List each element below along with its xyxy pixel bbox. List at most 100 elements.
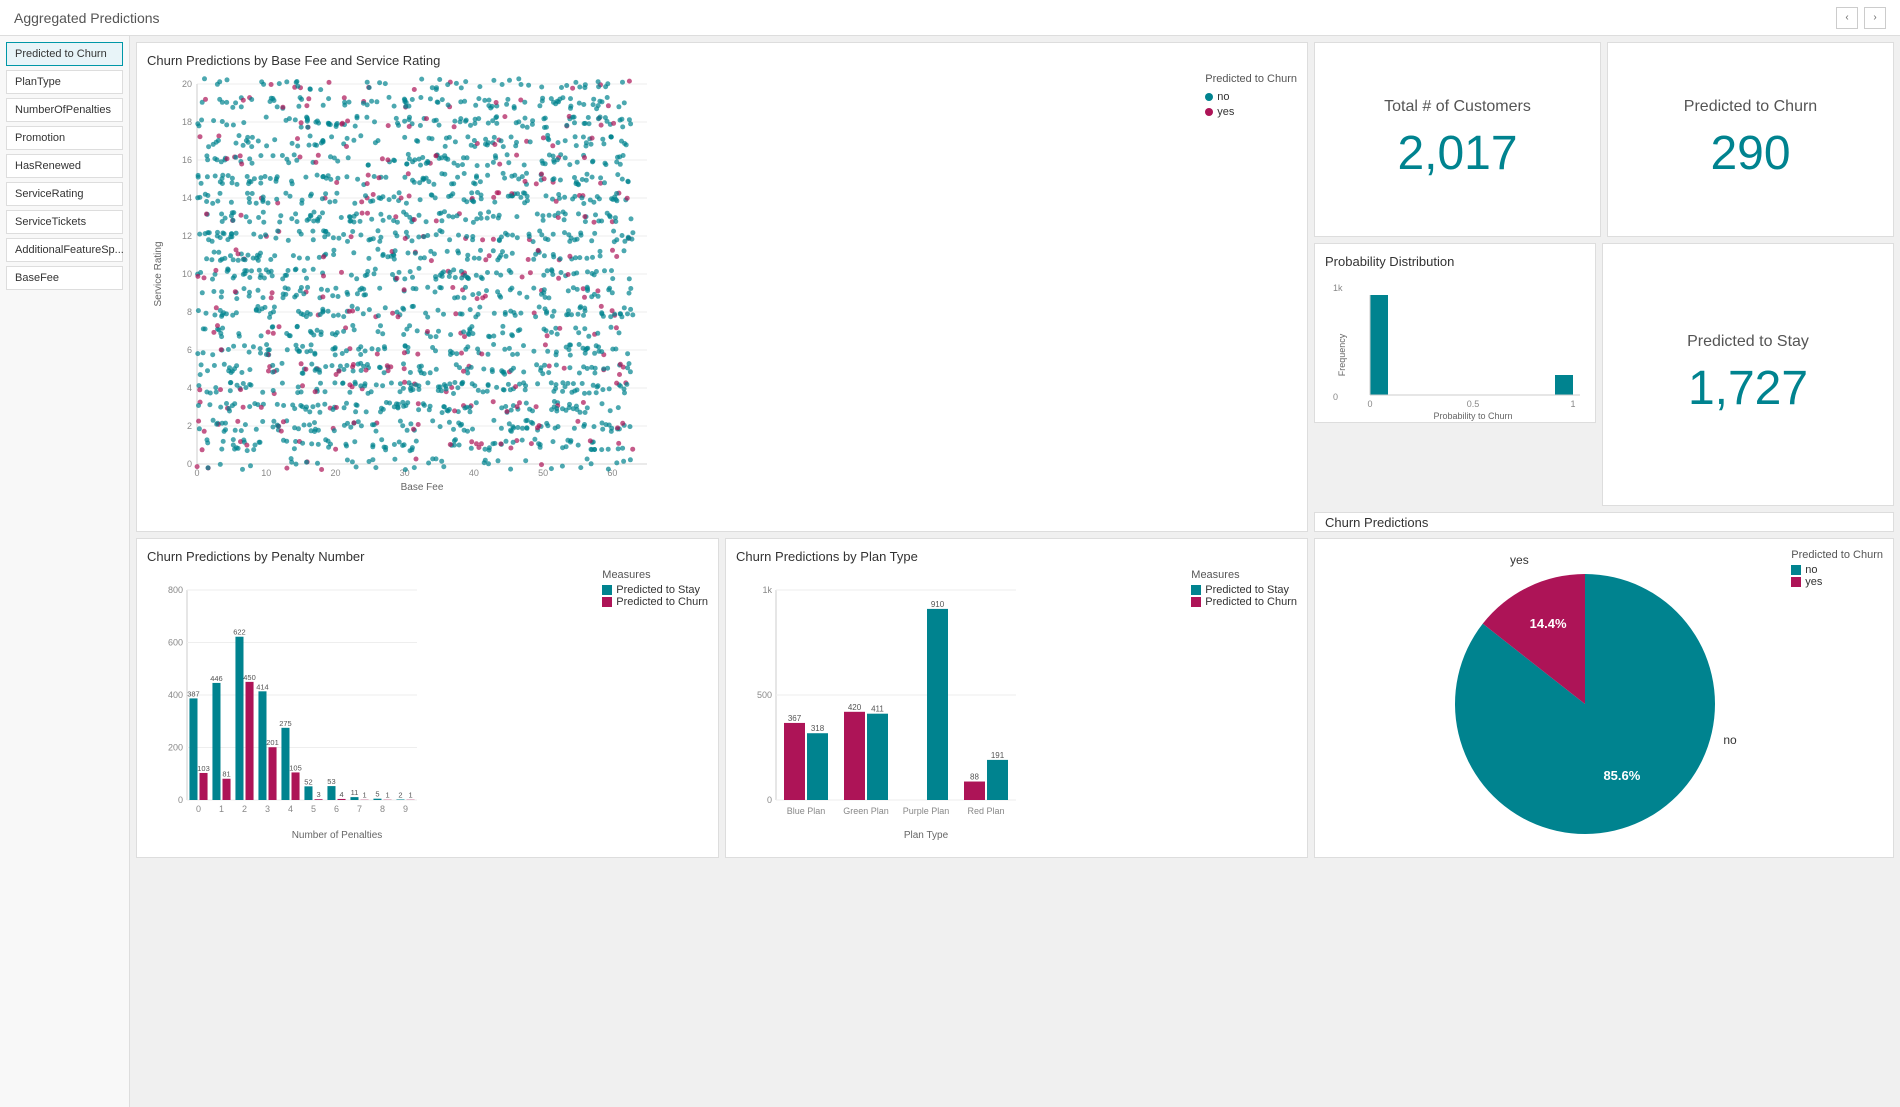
sidebar-item-servicerating[interactable]: ServiceRating [6,182,123,206]
svg-text:0: 0 [1367,399,1372,409]
svg-text:20: 20 [330,468,340,478]
svg-text:103: 103 [197,764,210,773]
svg-text:40: 40 [469,468,479,478]
svg-text:4: 4 [288,804,293,814]
svg-text:14.4%: 14.4% [1530,616,1567,631]
page-title: Aggregated Predictions [14,10,160,26]
pie-legend-no-sq [1791,565,1801,575]
predicted-stay-label: Predicted to Stay [1687,333,1809,351]
pie-legend-yes: yes [1791,576,1883,588]
scatter-legend-no-dot [1205,93,1213,101]
svg-text:14: 14 [182,193,192,203]
pie-legend-yes-sq [1791,577,1801,587]
sidebar-item-plantype[interactable]: PlanType [6,70,123,94]
navigation: ‹ › [1836,7,1886,29]
sidebar-item-basefee[interactable]: BaseFee [6,266,123,290]
svg-text:0: 0 [187,459,192,469]
predicted-churn-card: Predicted to Churn 290 [1607,42,1894,237]
sidebar-item-additionalfeature[interactable]: AdditionalFeatureSp... [6,238,123,262]
scatter-legend-yes: yes [1205,106,1297,118]
svg-text:4: 4 [187,383,192,393]
scatter-legend: Predicted to Churn no yes [1205,73,1297,118]
svg-text:88: 88 [970,773,979,782]
svg-text:81: 81 [222,770,230,779]
penalty-legend-churn-label: Predicted to Churn [616,596,708,608]
svg-text:2: 2 [187,421,192,431]
svg-text:85.6%: 85.6% [1603,768,1640,783]
sidebar-item-promotion[interactable]: Promotion [6,126,123,150]
svg-text:6: 6 [187,345,192,355]
svg-text:Base Fee: Base Fee [401,482,444,493]
pie-legend-yes-label: yes [1805,576,1822,588]
penalty-legend-stay-sq [602,585,612,595]
scatter-chart-title: Churn Predictions by Base Fee and Servic… [147,53,1297,68]
pie-chart-svg: 85.6%14.4%noyes [1325,549,1865,844]
svg-text:5: 5 [375,790,379,799]
plantype-legend-churn-sq [1191,597,1201,607]
svg-text:910: 910 [931,600,945,609]
svg-text:1: 1 [219,804,224,814]
predicted-stay-value: 1,727 [1688,361,1808,416]
sidebar-item-hasrenewed[interactable]: HasRenewed [6,154,123,178]
svg-text:11: 11 [351,788,359,797]
svg-text:1: 1 [362,791,366,800]
svg-text:411: 411 [871,705,884,714]
sidebar-item-servicetickets[interactable]: ServiceTickets [6,210,123,234]
sidebar-item-numberofpenalties[interactable]: NumberOfPenalties [6,98,123,122]
plantype-legend-title: Measures [1191,569,1297,581]
svg-text:105: 105 [289,763,302,772]
svg-text:10: 10 [261,468,271,478]
scatter-legend-yes-dot [1205,108,1213,116]
svg-text:Green Plan: Green Plan [843,806,889,816]
plantype-legend-stay-label: Predicted to Stay [1205,584,1289,596]
pie-legend: Predicted to Churn no yes [1791,549,1883,588]
plantype-legend-churn-label: Predicted to Churn [1205,596,1297,608]
prob-dist-y-1k: 1k [1333,283,1343,293]
svg-text:446: 446 [210,674,223,683]
svg-text:7: 7 [357,804,362,814]
scatter-chart-panel: Churn Predictions by Base Fee and Servic… [136,42,1308,532]
svg-text:9: 9 [403,804,408,814]
penalty-legend-stay-label: Predicted to Stay [616,584,700,596]
prev-button[interactable]: ‹ [1836,7,1858,29]
churn-predictions-label-bar: Churn Predictions [1314,512,1894,532]
prob-dist-panel: Probability Distribution 1k 0 Frequency [1314,243,1596,423]
svg-text:201: 201 [266,738,279,747]
predicted-stay-card: Predicted to Stay 1,727 [1602,243,1894,506]
scatter-legend-title: Predicted to Churn [1205,73,1297,85]
svg-text:5: 5 [311,804,316,814]
svg-text:53: 53 [327,777,335,786]
svg-text:8: 8 [380,804,385,814]
sidebar: Predicted to Churn PlanType NumberOfPena… [0,36,130,1107]
plantype-chart-svg: 05001k367318Blue Plan420411Green Plan910… [736,570,1116,840]
churn-predictions-bar-title: Churn Predictions [1325,515,1428,530]
pie-legend-title: Predicted to Churn [1791,549,1883,561]
svg-text:10: 10 [182,269,192,279]
total-customers-label: Total # of Customers [1384,98,1531,116]
svg-text:12: 12 [182,231,192,241]
predicted-churn-label: Predicted to Churn [1684,98,1817,116]
next-button[interactable]: › [1864,7,1886,29]
svg-text:Blue Plan: Blue Plan [787,806,826,816]
prob-dist-bar-high [1555,375,1573,395]
sidebar-item-predicted-to-churn[interactable]: Predicted to Churn [6,42,123,66]
svg-text:0: 0 [196,804,201,814]
prob-dist-y-0: 0 [1333,392,1338,402]
svg-text:Red Plan: Red Plan [967,806,1004,816]
predicted-churn-value: 290 [1710,126,1790,181]
svg-text:191: 191 [991,751,1005,760]
prob-dist-svg: 1k 0 Frequency 0 0.5 1 Pro [1325,275,1585,425]
svg-text:Service Rating: Service Rating [153,241,164,306]
prob-dist-bar-low [1370,295,1388,395]
svg-text:387: 387 [187,689,200,698]
plantype-legend: Measures Predicted to Stay Predicted to … [1191,569,1297,608]
svg-text:1: 1 [1570,399,1575,409]
pie-legend-no: no [1791,564,1883,576]
bottom-row: Churn Predictions by Penalty Number Meas… [136,538,1894,858]
plantype-x-label: Plan Type [904,830,949,840]
penalty-x-label: Number of Penalties [292,830,383,840]
svg-text:yes: yes [1510,553,1529,567]
svg-text:16: 16 [182,155,192,165]
svg-text:50: 50 [538,468,548,478]
svg-text:4: 4 [339,790,343,799]
